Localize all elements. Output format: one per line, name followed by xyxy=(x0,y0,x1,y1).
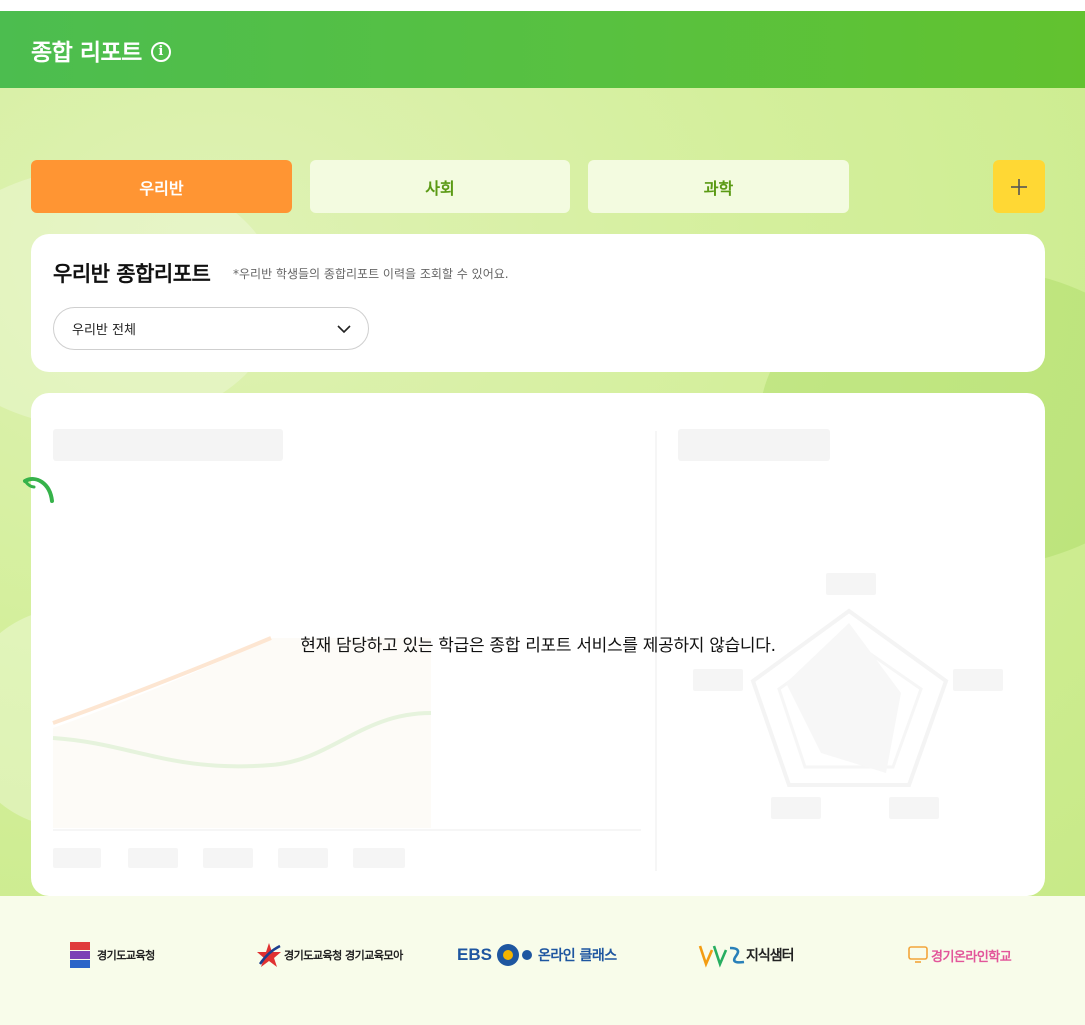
footer-logo-label: 지식샘터 xyxy=(746,948,795,964)
class-select[interactable]: 우리반 전체 xyxy=(53,307,369,350)
footer-logo-gyeonggi-moa[interactable]: 경기도교육청 경기교육모아 xyxy=(256,940,403,970)
report-card: 현재 담당하고 있는 학급은 종합 리포트 서비스를 제공하지 않습니다. xyxy=(31,393,1045,896)
ebs-class-label: 온라인 클래스 xyxy=(537,948,617,964)
plus-icon xyxy=(1011,178,1027,195)
monitor-icon xyxy=(908,946,928,963)
page-title: 종합 리포트 xyxy=(31,39,142,66)
tab-science[interactable]: 과학 xyxy=(588,160,849,213)
knowledge-center-icon xyxy=(698,945,745,968)
add-tab-button[interactable] xyxy=(993,160,1045,213)
footer-logo-label: 경기도교육청 xyxy=(97,949,155,962)
footer-logo-gyeonggi-office[interactable]: 경기도교육청 xyxy=(70,940,155,970)
filter-card: 우리반 종합리포트 *우리반 학생들의 종합리포트 이력을 조회할 수 있어요.… xyxy=(31,234,1045,372)
footer: 경기도교육청 경기도교육청 경기교육모아 EBS 온라인 클래스 지식샘터 경기… xyxy=(0,896,1085,1025)
top-strip xyxy=(0,0,1085,11)
ebs-wordmark: EBS xyxy=(457,945,492,964)
footer-logo-label: 경기온라인학교 xyxy=(931,949,1012,965)
main-area: 우리반 사회 과학 우리반 종합리포트 *우리반 학생들의 종합리포트 이력을 … xyxy=(0,88,1085,896)
filter-title: 우리반 종합리포트 xyxy=(53,262,211,286)
empty-report-message: 현재 담당하고 있는 학급은 종합 리포트 서비스를 제공하지 않습니다. xyxy=(300,636,776,656)
moa-star-icon xyxy=(257,943,281,967)
gyeonggi-emblem-icon xyxy=(70,942,90,968)
ebs-circle-icon xyxy=(496,944,532,966)
footer-logo-online-school[interactable]: 경기온라인학교 xyxy=(908,940,1012,970)
info-icon[interactable]: i xyxy=(150,41,171,62)
leaf-icon xyxy=(23,477,54,503)
page-header: 종합 리포트 i xyxy=(0,11,1085,88)
footer-logo-ebs[interactable]: EBS 온라인 클래스 xyxy=(457,940,617,970)
footer-logo-knowledge-center[interactable]: 지식샘터 xyxy=(696,940,795,970)
filter-note: *우리반 학생들의 종합리포트 이력을 조회할 수 있어요. xyxy=(233,267,509,281)
tab-our-class[interactable]: 우리반 xyxy=(31,160,292,213)
chevron-down-icon xyxy=(337,325,351,334)
footer-logo-label: 경기도교육청 경기교육모아 xyxy=(284,949,403,962)
class-select-value: 우리반 전체 xyxy=(72,323,136,338)
tab-social[interactable]: 사회 xyxy=(310,160,570,213)
